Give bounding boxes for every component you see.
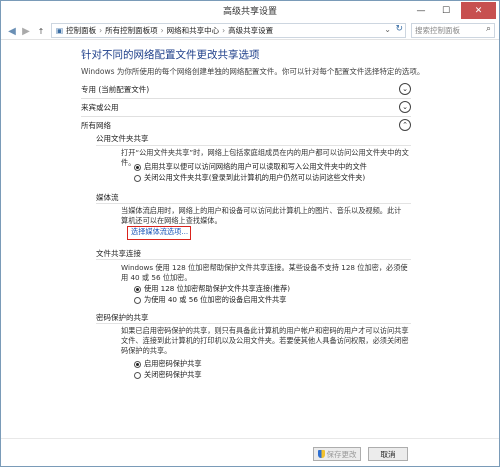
save-label: 保存更改 (326, 449, 357, 459)
main-content-lower: 文件共享连接 Windows 使用 128 位加密帮助保护文件共享连接。某些设备… (1, 41, 499, 429)
option-label: 为使用 40 或 56 位加密的设备启用文件共享 (144, 295, 287, 304)
forward-arrow-icon[interactable]: ▶ (19, 24, 33, 38)
footer-bar: 保存更改 取消 (1, 438, 499, 466)
crumb-4[interactable]: 高级共享设置 (228, 25, 273, 36)
radio-icon[interactable] (134, 371, 141, 379)
back-arrow-icon[interactable]: ◀ (5, 24, 19, 38)
password-on-option[interactable]: 启用密码保护共享 (134, 359, 202, 369)
encrypt-128-option[interactable]: 使用 128 位加密帮助保护文件共享连接(推荐) (134, 284, 290, 294)
crumb-2[interactable]: 所有控制面板项 (105, 25, 158, 36)
option-label: 关闭密码保护共享 (144, 370, 202, 379)
search-placeholder: 搜索控制面板 (415, 26, 460, 35)
encrypt-40-56-option[interactable]: 为使用 40 或 56 位加密的设备启用文件共享 (134, 295, 286, 305)
radio-selected-icon[interactable] (134, 285, 141, 293)
file-conn-desc: Windows 使用 128 位加密帮助保护文件共享连接。某些设备不支持 128… (121, 263, 408, 282)
crumb-separator: › (99, 26, 103, 35)
crumb-1[interactable]: 控制面板 (66, 25, 96, 36)
crumb-separator: › (222, 26, 226, 35)
window: 高级共享设置 — ☐ ✕ ◀ ▶ ↑ ▣ 控制面板 › 所有控制面板项 › 网络和共… (0, 0, 500, 467)
close-button[interactable]: ✕ (461, 2, 496, 19)
password-desc: 如果已启用密码保护的共享，则只有具备此计算机的用户帐户和密码的用户才可以访问共享… (121, 326, 409, 355)
uac-shield-icon (317, 450, 325, 458)
minimize-button[interactable]: — (409, 2, 433, 19)
password-off-option[interactable]: 关闭密码保护共享 (134, 370, 202, 380)
chevron-down-icon[interactable]: ⌄ (384, 25, 391, 34)
cancel-button[interactable]: 取消 (368, 447, 408, 461)
refresh-icon[interactable]: ↻ (395, 24, 403, 34)
address-bar: ◀ ▶ ↑ ▣ 控制面板 › 所有控制面板项 › 网络和共享中心 › 高级共享设置 ⌄… (1, 22, 499, 40)
divider (96, 323, 411, 324)
up-arrow-icon[interactable]: ↑ (34, 24, 48, 38)
breadcrumb[interactable]: ▣ 控制面板 › 所有控制面板项 › 网络和共享中心 › 高级共享设置 ⌄ ↻ (51, 23, 406, 38)
option-label: 启用密码保护共享 (144, 359, 202, 368)
option-label: 使用 128 位加密帮助保护文件共享连接(推荐) (144, 284, 291, 293)
crumb-separator: › (160, 26, 164, 35)
maximize-button[interactable]: ☐ (434, 2, 458, 19)
crumb-3[interactable]: 网络和共享中心 (167, 25, 220, 36)
radio-selected-icon[interactable] (134, 360, 141, 368)
file-conn-heading: 文件共享连接 (96, 249, 141, 258)
search-input[interactable]: 搜索控制面板 ⌕ (411, 23, 495, 38)
control-panel-icon: ▣ (56, 26, 64, 35)
password-heading: 密码保护的共享 (96, 313, 149, 322)
title-bar: 高级共享设置 — ☐ ✕ (1, 1, 499, 21)
radio-icon[interactable] (134, 296, 141, 304)
save-button[interactable]: 保存更改 (313, 447, 361, 461)
search-icon[interactable]: ⌕ (486, 24, 491, 34)
divider (96, 259, 411, 260)
